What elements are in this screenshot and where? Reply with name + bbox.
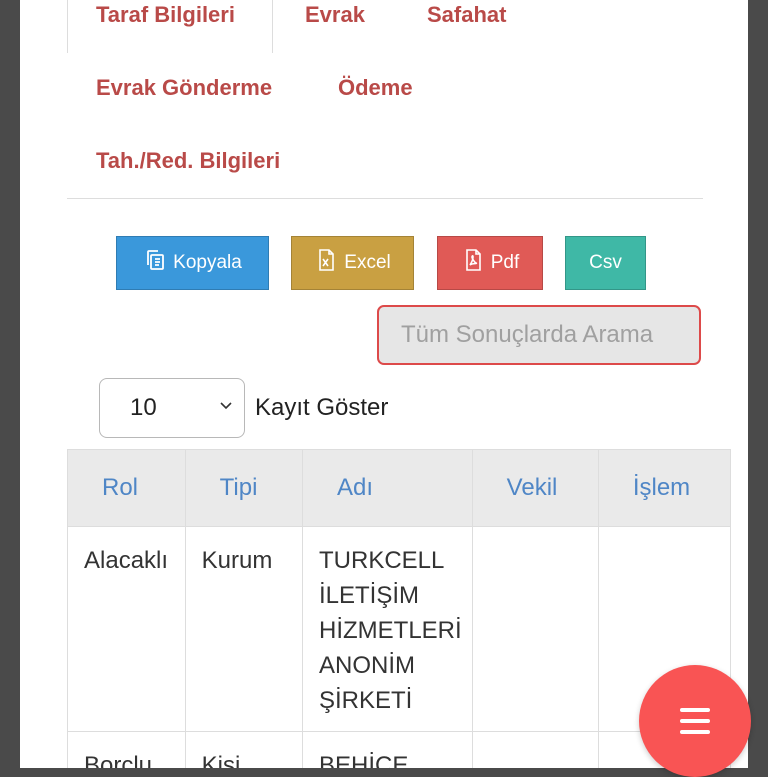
menu-icon (680, 708, 710, 734)
column-header-islem[interactable]: İşlem (597, 449, 732, 527)
tab-odeme[interactable]: Ödeme (338, 75, 413, 101)
table-header-row: Rol Tipi Adı Vekil İşlem (67, 449, 732, 527)
cell-adi: BEHİCE (302, 731, 473, 768)
page: Taraf Bilgileri Evrak Safahat Evrak Gönd… (20, 0, 748, 768)
copy-icon (143, 248, 167, 278)
column-header-tipi[interactable]: Tipi (184, 449, 304, 527)
page-length-label: Kayıt Göster (255, 394, 389, 421)
search-input[interactable] (377, 305, 701, 365)
column-header-adi[interactable]: Adı (302, 449, 473, 527)
tab-taraf-bilgileri[interactable]: Taraf Bilgileri (96, 2, 235, 28)
tab-evrak-gonderme[interactable]: Evrak Gönderme (96, 75, 272, 101)
excel-file-icon (314, 248, 338, 278)
tab-evrak[interactable]: Evrak (305, 2, 365, 28)
csv-button-label: Csv (589, 252, 622, 273)
tab-safahat[interactable]: Safahat (427, 2, 506, 28)
floating-menu-button[interactable] (639, 665, 751, 777)
copy-button[interactable]: Kopyala (116, 236, 269, 290)
cell-adi: TURKCELL İLETİŞİM HİZMETLERİ ANONİM ŞİRK… (302, 526, 473, 732)
cell-tipi: Kurum (184, 526, 304, 732)
cell-vekil (471, 731, 599, 768)
parties-table: Rol Tipi Adı Vekil İşlem Alacaklı Kurum … (67, 449, 732, 768)
chevron-down-icon (216, 394, 236, 422)
copy-button-label: Kopyala (173, 252, 242, 273)
page-length-select[interactable]: 10 (99, 378, 245, 438)
table-row: Borçlu Kişi BEHİCE (67, 731, 732, 768)
csv-button[interactable]: Csv (565, 236, 646, 290)
table-row: Alacaklı Kurum TURKCELL İLETİŞİM HİZMETL… (67, 526, 732, 732)
pdf-button[interactable]: Pdf (437, 236, 543, 290)
excel-button[interactable]: Excel (291, 236, 414, 290)
cell-vekil (471, 526, 599, 732)
cell-rol: Borçlu (67, 731, 186, 768)
pdf-button-label: Pdf (490, 252, 520, 273)
excel-button-label: Excel (344, 252, 391, 273)
tab-divider (67, 198, 703, 199)
column-header-rol[interactable]: Rol (67, 449, 186, 527)
cell-rol: Alacaklı (67, 526, 186, 732)
page-length-value: 10 (130, 394, 157, 421)
cell-tipi: Kişi (184, 731, 304, 768)
tab-tah-red-bilgileri[interactable]: Tah./Red. Bilgileri (96, 148, 280, 174)
column-header-vekil[interactable]: Vekil (471, 449, 599, 527)
pdf-file-icon (461, 248, 485, 278)
